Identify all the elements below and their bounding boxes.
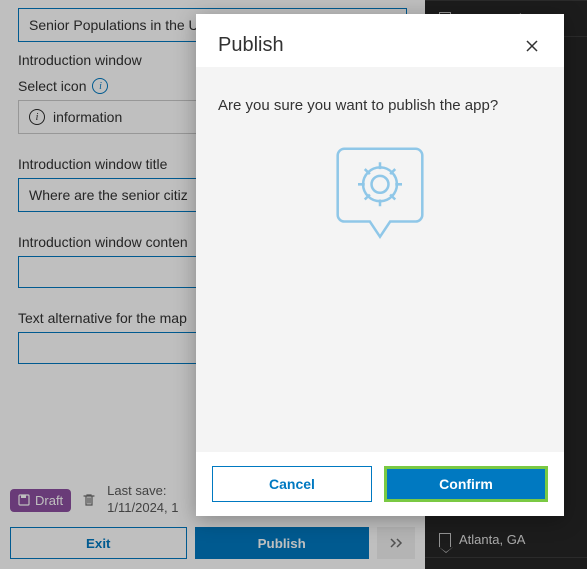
publish-modal: Publish Are you sure you want to publish… xyxy=(196,14,564,516)
modal-title: Publish xyxy=(218,34,284,57)
modal-message: Are you sure you want to publish the app… xyxy=(218,97,542,114)
close-button[interactable] xyxy=(522,36,542,56)
confirm-button[interactable]: Confirm xyxy=(387,469,545,499)
gear-illustration-icon xyxy=(325,142,435,252)
confirm-button-highlight: Confirm xyxy=(384,466,548,502)
close-icon xyxy=(524,38,540,54)
cancel-button[interactable]: Cancel xyxy=(212,466,372,502)
